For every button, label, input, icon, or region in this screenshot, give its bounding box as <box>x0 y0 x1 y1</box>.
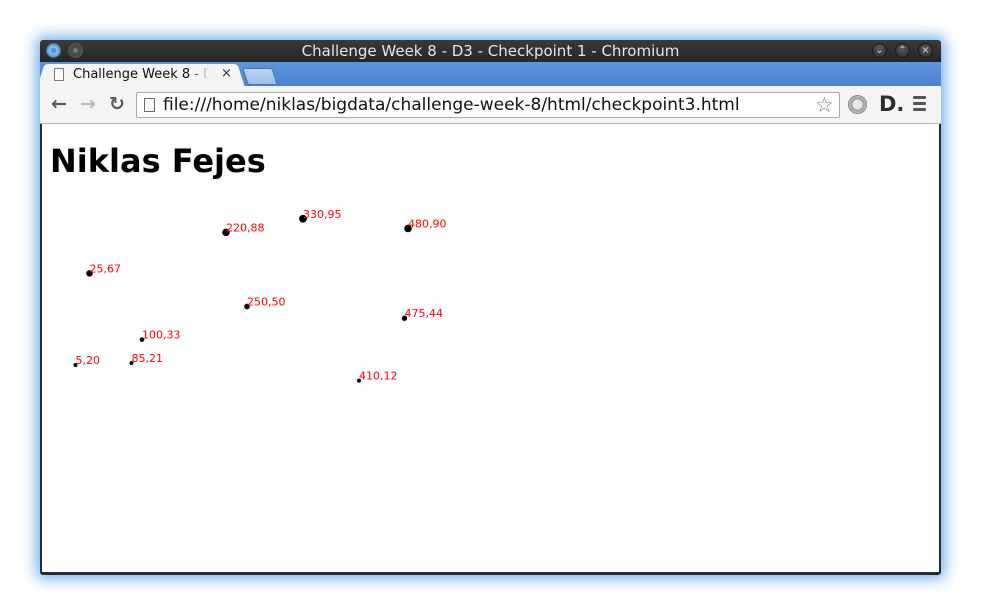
address-bar[interactable]: file:///home/niklas/bigdata/challenge-we… <box>136 92 840 118</box>
back-button[interactable]: ← <box>48 93 70 115</box>
point-label: 480,90 <box>408 218 447 231</box>
page-viewport: Niklas Fejes 5,20 480,90 250,50 100,33 330,9… <box>42 124 939 572</box>
tab-close-button[interactable]: × <box>221 66 232 81</box>
new-tab-button[interactable] <box>242 68 278 85</box>
browser-toolbar: ← → ↻ file:///home/niklas/bigdata/challe… <box>40 86 941 124</box>
point-label: 330,95 <box>303 208 342 221</box>
window-border-bottom <box>40 572 941 575</box>
point-label: 85,21 <box>132 352 164 365</box>
tab-strip: Challenge Week 8 - D × <box>40 62 941 86</box>
tab-challenge-week-8[interactable]: Challenge Week 8 - D × <box>46 64 236 86</box>
maximize-button[interactable]: ⌃ <box>895 43 910 58</box>
browser-window: Challenge Week 8 - D3 - Checkpoint 1 - C… <box>40 40 941 575</box>
page-info-icon[interactable] <box>144 98 155 112</box>
window-border-left <box>40 124 42 572</box>
point-label: 410,12 <box>359 370 398 383</box>
extension-d-icon[interactable]: D. <box>879 92 904 116</box>
point-label: 5,20 <box>76 354 101 367</box>
adblock-extension-icon[interactable] <box>848 95 867 114</box>
window-title: Challenge Week 8 - D3 - Checkpoint 1 - C… <box>301 42 680 60</box>
minimize-button[interactable]: ⌄ <box>872 43 887 58</box>
point-label: 220,88 <box>226 221 265 234</box>
scatter-chart: 5,20 480,90 250,50 100,33 330,95 410,12 475,44… <box>73 208 447 383</box>
url-text[interactable]: file:///home/niklas/bigdata/challenge-we… <box>163 94 740 116</box>
point-label: 25,67 <box>90 262 122 275</box>
reload-button[interactable]: ↻ <box>106 93 128 115</box>
title-bar[interactable]: Challenge Week 8 - D3 - Checkpoint 1 - C… <box>40 40 941 62</box>
close-window-button[interactable]: × <box>918 43 933 58</box>
bookmark-star-icon[interactable]: ☆ <box>815 93 834 117</box>
page-favicon-icon <box>54 68 64 81</box>
point-label: 100,33 <box>142 329 181 342</box>
point-label: 250,50 <box>247 296 286 309</box>
window-border-right <box>939 124 941 572</box>
point-label: 475,44 <box>405 307 444 320</box>
chrome-menu-icon[interactable] <box>913 96 926 111</box>
forward-button[interactable]: → <box>77 93 99 115</box>
tab-title: Challenge Week 8 - D <box>73 67 210 82</box>
